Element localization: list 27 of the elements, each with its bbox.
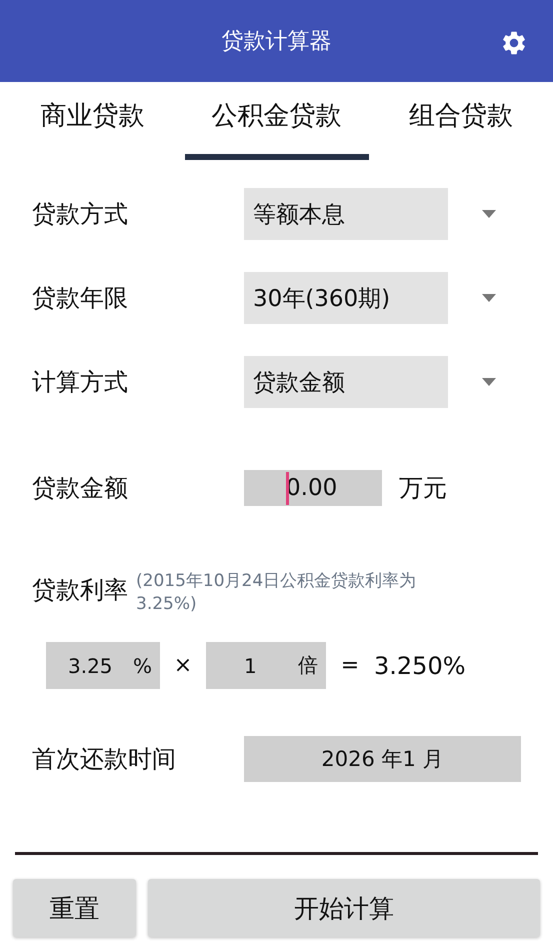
app-title: 贷款计算器	[222, 28, 332, 56]
multiply-sign: ×	[172, 653, 194, 678]
dropdown[interactable]: 30年(360期)	[244, 272, 448, 324]
equals-sign: =	[340, 653, 360, 678]
caret-icon[interactable]	[482, 294, 496, 302]
multiplier-field[interactable]: 1 倍	[206, 642, 326, 689]
tab[interactable]: 商业贷款	[0, 82, 184, 160]
dropdown[interactable]: 贷款金额	[244, 356, 448, 408]
date-field[interactable]: 2026 年1 月	[244, 736, 521, 782]
field-label: 首次还款时间	[32, 744, 177, 775]
tab[interactable]: 公积金贷款	[184, 82, 368, 160]
caret-icon[interactable]	[482, 378, 496, 386]
calculate-button[interactable]: 开始计算	[148, 879, 540, 937]
dropdown[interactable]: 等额本息	[244, 188, 448, 240]
field-label: 贷款方式	[32, 199, 129, 230]
tab[interactable]: 组合贷款	[368, 82, 553, 160]
field-label: 贷款金额	[32, 473, 129, 504]
field-label: 贷款年限	[32, 283, 129, 314]
rate-note: (2015年10月24日公积金贷款利率为3.25%)	[136, 570, 418, 616]
caret-icon[interactable]	[482, 210, 496, 218]
settings-icon[interactable]	[500, 29, 528, 57]
field-label: 贷款利率	[32, 575, 128, 606]
unit-label: 万元	[399, 473, 447, 504]
rate-result: 3.250%	[374, 652, 466, 680]
reset-button[interactable]: 重置	[13, 879, 136, 937]
field-label: 计算方式	[32, 367, 129, 398]
rate-field[interactable]: 3.25 %	[46, 642, 160, 689]
